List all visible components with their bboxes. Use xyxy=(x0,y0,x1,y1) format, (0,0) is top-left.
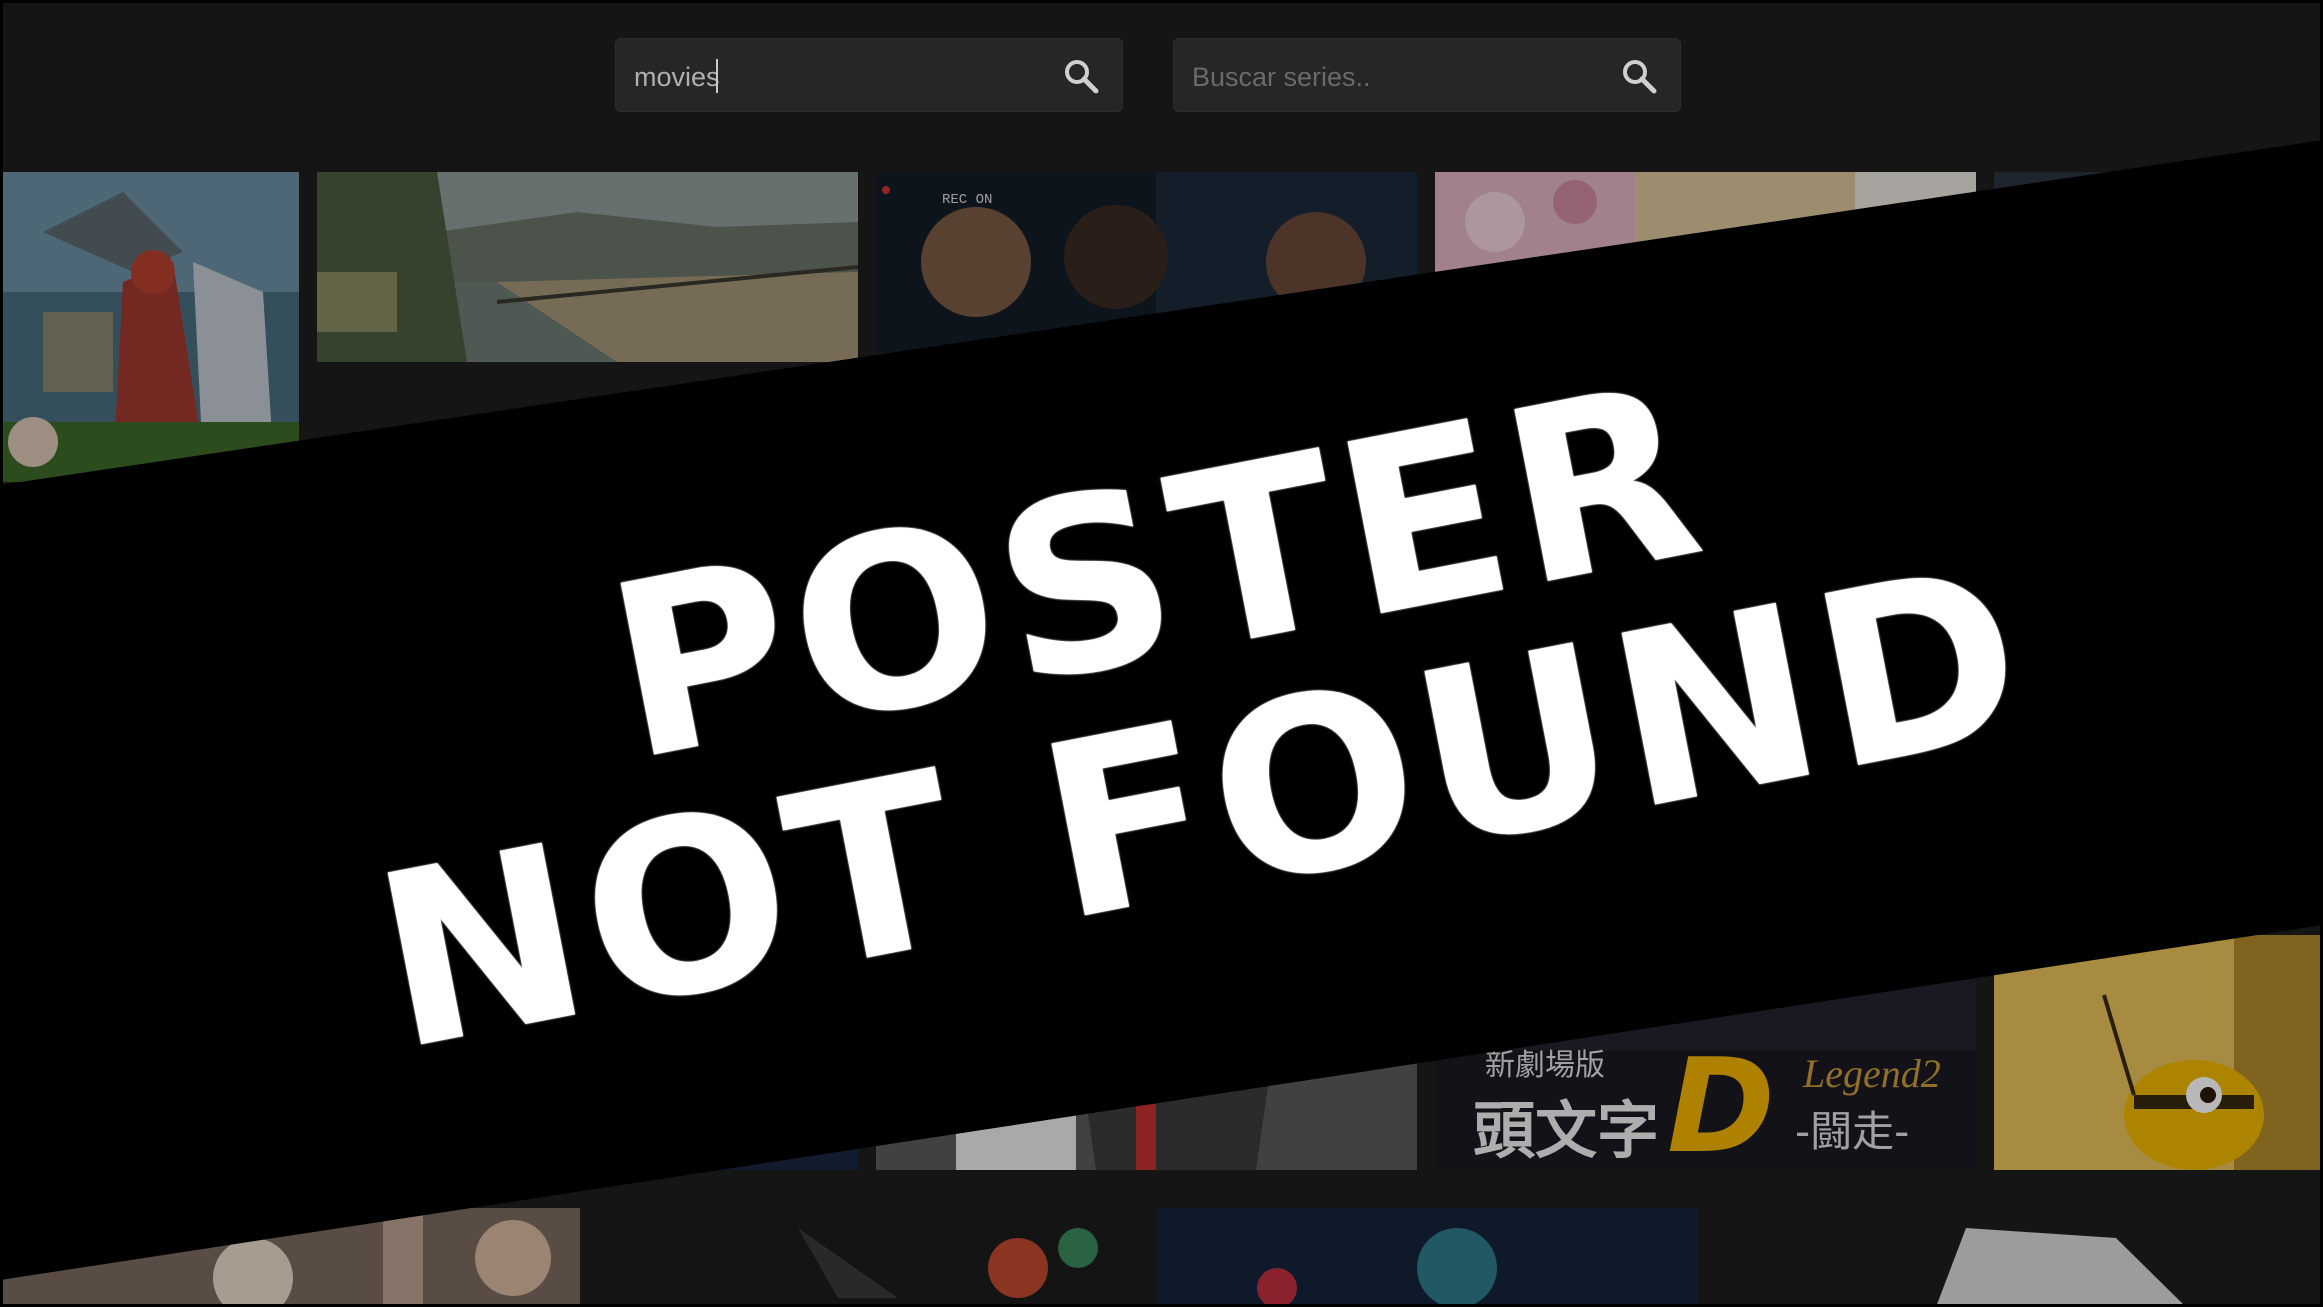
poster-shade xyxy=(3,1208,580,1307)
pink-floral-anime-poster[interactable] xyxy=(1435,172,1976,282)
poster-shade xyxy=(1716,1208,2257,1307)
poster-shade xyxy=(1157,1208,1698,1307)
series-search-box[interactable] xyxy=(1173,38,1681,112)
poster-shade xyxy=(1994,935,2323,1170)
anime-fantasy-poster[interactable] xyxy=(3,172,299,482)
car-poster[interactable] xyxy=(1716,1208,2257,1307)
poster-shade xyxy=(1435,172,1976,282)
dark-action-anime-poster[interactable] xyxy=(598,1208,1139,1307)
poster-shade xyxy=(3,172,299,482)
series-search-input[interactable] xyxy=(1190,53,1614,101)
found-footage-poster[interactable]: REC ON xyxy=(876,172,1417,352)
suit-figure-poster[interactable] xyxy=(876,1030,1417,1170)
poster-shade xyxy=(876,1030,1417,1170)
poster-shade xyxy=(598,1208,1139,1307)
green-hair-anime-poster[interactable] xyxy=(1157,1208,1698,1307)
text-caret xyxy=(716,59,718,93)
poster-shade xyxy=(1994,172,2323,212)
party-poster[interactable] xyxy=(3,1208,580,1307)
initial-d-legend-2-poster[interactable]: 新劇場版 頭文字 D Legend2 -闘走- xyxy=(1435,980,1976,1170)
search-icon[interactable] xyxy=(1062,57,1100,95)
mountain-road-anime-poster[interactable] xyxy=(317,172,858,362)
movie-search-box[interactable] xyxy=(615,38,1123,112)
partial-poster[interactable] xyxy=(1994,172,2323,212)
app-background: REC ON xyxy=(0,0,2323,1307)
poster-shade xyxy=(317,172,858,362)
poster-shade xyxy=(1435,980,1976,1170)
poster-shade xyxy=(700,1030,858,1170)
poster-shade xyxy=(876,172,1417,352)
poster-not-found-text: POSTER NOT FOUND xyxy=(315,295,2049,1105)
movie-search-input[interactable] xyxy=(632,53,1056,101)
dark-poster[interactable] xyxy=(700,1030,858,1170)
search-icon[interactable] xyxy=(1620,57,1658,95)
bee-movie-poster[interactable] xyxy=(1994,935,2323,1170)
